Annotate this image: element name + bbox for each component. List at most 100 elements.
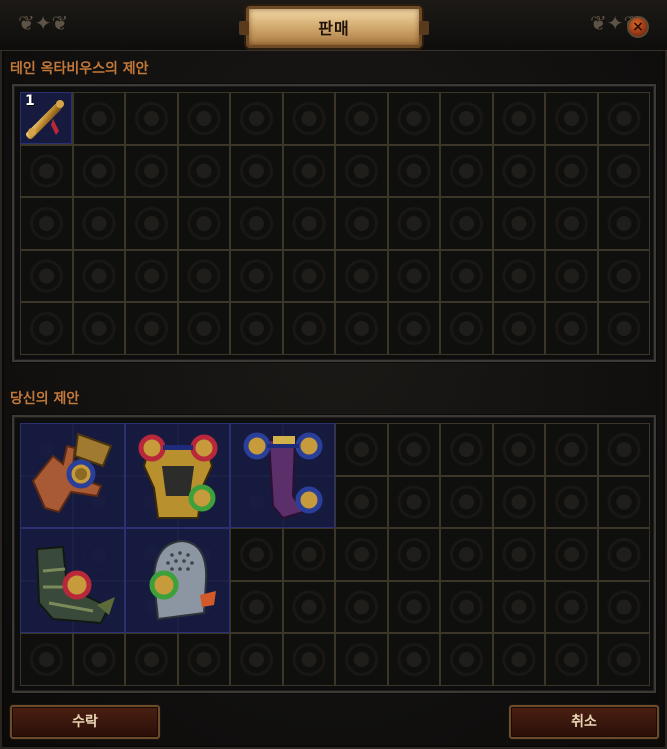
inventory-cell[interactable] (335, 633, 388, 686)
inventory-cell[interactable] (177, 249, 230, 302)
inventory-cell[interactable] (20, 197, 73, 250)
inventory-cell[interactable] (282, 249, 335, 302)
inventory-cell[interactable] (72, 633, 125, 686)
inventory-cell[interactable] (492, 302, 545, 355)
inventory-cell[interactable] (387, 580, 440, 633)
inventory-cell[interactable] (335, 528, 388, 581)
inventory-cell[interactable] (125, 144, 178, 197)
inventory-cell[interactable] (387, 92, 440, 145)
inventory-cell[interactable] (387, 423, 440, 476)
inventory-cell[interactable] (597, 302, 650, 355)
inventory-cell[interactable] (545, 475, 598, 528)
inventory-cell[interactable] (230, 249, 283, 302)
inventory-cell[interactable] (440, 528, 493, 581)
inventory-cell[interactable] (492, 423, 545, 476)
inventory-cell[interactable] (125, 92, 178, 145)
gloves-item[interactable] (20, 423, 125, 528)
accept-button[interactable]: 수락 (10, 705, 160, 739)
inventory-cell[interactable] (72, 92, 125, 145)
inventory-cell[interactable] (440, 92, 493, 145)
inventory-cell[interactable] (177, 92, 230, 145)
inventory-cell[interactable] (177, 633, 230, 686)
inventory-cell[interactable] (72, 144, 125, 197)
inventory-cell[interactable] (177, 197, 230, 250)
inventory-cell[interactable] (335, 92, 388, 145)
inventory-cell[interactable] (335, 423, 388, 476)
inventory-cell[interactable] (545, 423, 598, 476)
inventory-cell[interactable] (72, 302, 125, 355)
inventory-cell[interactable] (282, 580, 335, 633)
inventory-cell[interactable] (492, 633, 545, 686)
inventory-cell[interactable] (597, 528, 650, 581)
inventory-cell[interactable] (387, 249, 440, 302)
inventory-cell[interactable] (440, 475, 493, 528)
inventory-cell[interactable] (282, 528, 335, 581)
inventory-cell[interactable] (545, 528, 598, 581)
inventory-cell[interactable] (20, 633, 73, 686)
inventory-cell[interactable] (335, 475, 388, 528)
inventory-cell[interactable] (545, 580, 598, 633)
inventory-cell[interactable] (282, 92, 335, 145)
inventory-cell[interactable] (440, 144, 493, 197)
boots-green-item[interactable] (20, 528, 125, 633)
inventory-cell[interactable] (230, 92, 283, 145)
inventory-cell[interactable] (440, 302, 493, 355)
inventory-cell[interactable] (230, 302, 283, 355)
inventory-cell[interactable] (545, 302, 598, 355)
inventory-cell[interactable] (545, 249, 598, 302)
inventory-cell[interactable] (492, 249, 545, 302)
inventory-cell[interactable] (597, 580, 650, 633)
inventory-cell[interactable] (597, 92, 650, 145)
cancel-button[interactable]: 취소 (509, 705, 659, 739)
inventory-cell[interactable] (492, 197, 545, 250)
inventory-cell[interactable] (440, 580, 493, 633)
inventory-cell[interactable] (20, 144, 73, 197)
inventory-cell[interactable] (492, 528, 545, 581)
close-button[interactable]: × (627, 16, 649, 38)
inventory-cell[interactable] (545, 92, 598, 145)
inventory-cell[interactable] (440, 249, 493, 302)
inventory-cell[interactable] (282, 197, 335, 250)
inventory-cell[interactable] (335, 197, 388, 250)
inventory-cell[interactable] (230, 528, 283, 581)
inventory-cell[interactable] (492, 92, 545, 145)
inventory-cell[interactable] (440, 197, 493, 250)
inventory-cell[interactable] (20, 249, 73, 302)
inventory-cell[interactable] (545, 633, 598, 686)
inventory-cell[interactable] (230, 197, 283, 250)
inventory-cell[interactable] (597, 633, 650, 686)
inventory-cell[interactable] (492, 580, 545, 633)
inventory-cell[interactable] (282, 302, 335, 355)
inventory-cell[interactable] (387, 144, 440, 197)
inventory-cell[interactable] (335, 249, 388, 302)
inventory-cell[interactable] (20, 302, 73, 355)
boots-item[interactable] (230, 423, 335, 528)
inventory-cell[interactable] (230, 144, 283, 197)
inventory-cell[interactable] (440, 633, 493, 686)
inventory-cell[interactable] (125, 633, 178, 686)
inventory-cell[interactable] (545, 197, 598, 250)
inventory-cell[interactable] (597, 475, 650, 528)
inventory-cell[interactable] (387, 528, 440, 581)
map-scroll-item[interactable]: 1 (20, 92, 72, 144)
inventory-cell[interactable] (440, 423, 493, 476)
inventory-cell[interactable] (387, 633, 440, 686)
inventory-cell[interactable] (125, 302, 178, 355)
chest-armour-item[interactable] (125, 423, 230, 528)
inventory-cell[interactable] (387, 475, 440, 528)
inventory-cell[interactable] (230, 633, 283, 686)
inventory-cell[interactable] (335, 302, 388, 355)
inventory-cell[interactable] (335, 580, 388, 633)
inventory-cell[interactable] (125, 249, 178, 302)
inventory-cell[interactable] (125, 197, 178, 250)
inventory-cell[interactable] (492, 144, 545, 197)
inventory-cell[interactable] (597, 144, 650, 197)
inventory-cell[interactable] (282, 144, 335, 197)
inventory-cell[interactable] (597, 423, 650, 476)
inventory-cell[interactable] (177, 144, 230, 197)
inventory-cell[interactable] (492, 475, 545, 528)
inventory-cell[interactable] (597, 197, 650, 250)
inventory-cell[interactable] (335, 144, 388, 197)
inventory-cell[interactable] (597, 249, 650, 302)
inventory-cell[interactable] (282, 633, 335, 686)
